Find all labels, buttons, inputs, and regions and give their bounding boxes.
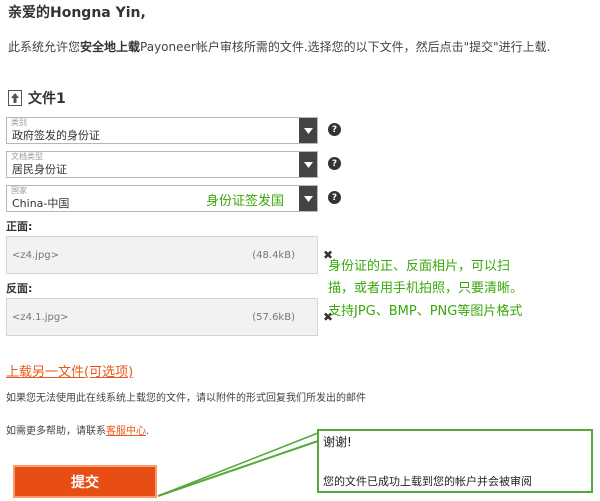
customer-service-link[interactable]: 客服中心 bbox=[106, 426, 146, 437]
front-filesize: (48.4kB) bbox=[252, 250, 295, 261]
country-value: China-中国 bbox=[12, 197, 70, 210]
file-title-label: 文件1 bbox=[28, 91, 66, 107]
back-filename: <z4.1.jpg> bbox=[12, 312, 69, 323]
help-line: 如需更多帮助，请联系客服中心. bbox=[6, 422, 149, 437]
upload-icon bbox=[8, 90, 22, 106]
success-message: 您的文件已成功上载到您的帐户并会被审阅 bbox=[323, 475, 532, 488]
submit-button[interactable]: 提交 bbox=[13, 465, 157, 498]
intro-part1: 此系统允许您 bbox=[8, 40, 81, 54]
help-suffix: . bbox=[146, 426, 150, 437]
front-filename: <z4.jpg> bbox=[12, 250, 60, 261]
upload-another-file-link[interactable]: 上载另一文件(可选项) bbox=[6, 361, 133, 380]
back-file-box: <z4.1.jpg> (57.6kB) ✖ bbox=[6, 298, 333, 336]
category-select[interactable]: 类别 政府签发的身份证 bbox=[6, 117, 318, 144]
success-thanks: 谢谢! bbox=[323, 435, 352, 449]
help-prefix: 如需更多帮助，请联系 bbox=[6, 426, 106, 437]
intro-part2: Payoneer帐户审核所需的文件.选择您的以下文件，然后点击"提交"进行上载. bbox=[140, 40, 551, 54]
intro-text: 此系统允许您安全地上载Payoneer帐户审核所需的文件.选择您的以下文件，然后… bbox=[8, 38, 600, 55]
intro-bold: 安全地上载 bbox=[80, 40, 141, 54]
back-label: 反面: bbox=[6, 282, 33, 295]
doc-type-value: 居民身份证 bbox=[12, 163, 67, 176]
success-callout: 谢谢! 您的文件已成功上载到您的帐户并会被审阅 bbox=[317, 429, 593, 493]
photo-annotation-line3: 支持JPG、BMP、PNG等图片格式 bbox=[328, 304, 523, 319]
chevron-down-icon[interactable] bbox=[299, 152, 317, 177]
doc-type-select[interactable]: 文档类型 居民身份证 bbox=[6, 151, 318, 178]
help-icon[interactable]: ? bbox=[328, 191, 341, 204]
country-annotation: 身份证签发国 bbox=[206, 194, 285, 209]
category-value: 政府签发的身份证 bbox=[12, 129, 100, 142]
file-section-title: 文件1 bbox=[8, 88, 66, 108]
help-icon[interactable]: ? bbox=[328, 157, 341, 170]
front-label: 正面: bbox=[6, 220, 33, 233]
photo-annotation-line1: 身份证的正、反面相片，可以扫 bbox=[328, 259, 511, 274]
chevron-down-icon[interactable] bbox=[299, 118, 317, 143]
info-text: 如果您无法使用此在线系统上载您的文件，请以附件的形式回复我们所发出的邮件 bbox=[6, 393, 366, 404]
greeting-text: 亲爱的Hongna Yin, bbox=[8, 5, 146, 21]
photo-annotation-line2: 描，或者用手机拍照，只要清晰。 bbox=[328, 281, 524, 296]
back-filesize: (57.6kB) bbox=[252, 312, 295, 323]
help-icon[interactable]: ? bbox=[328, 123, 341, 136]
chevron-down-icon[interactable] bbox=[299, 186, 317, 211]
front-file-box: <z4.jpg> (48.4kB) ✖ bbox=[6, 236, 333, 274]
